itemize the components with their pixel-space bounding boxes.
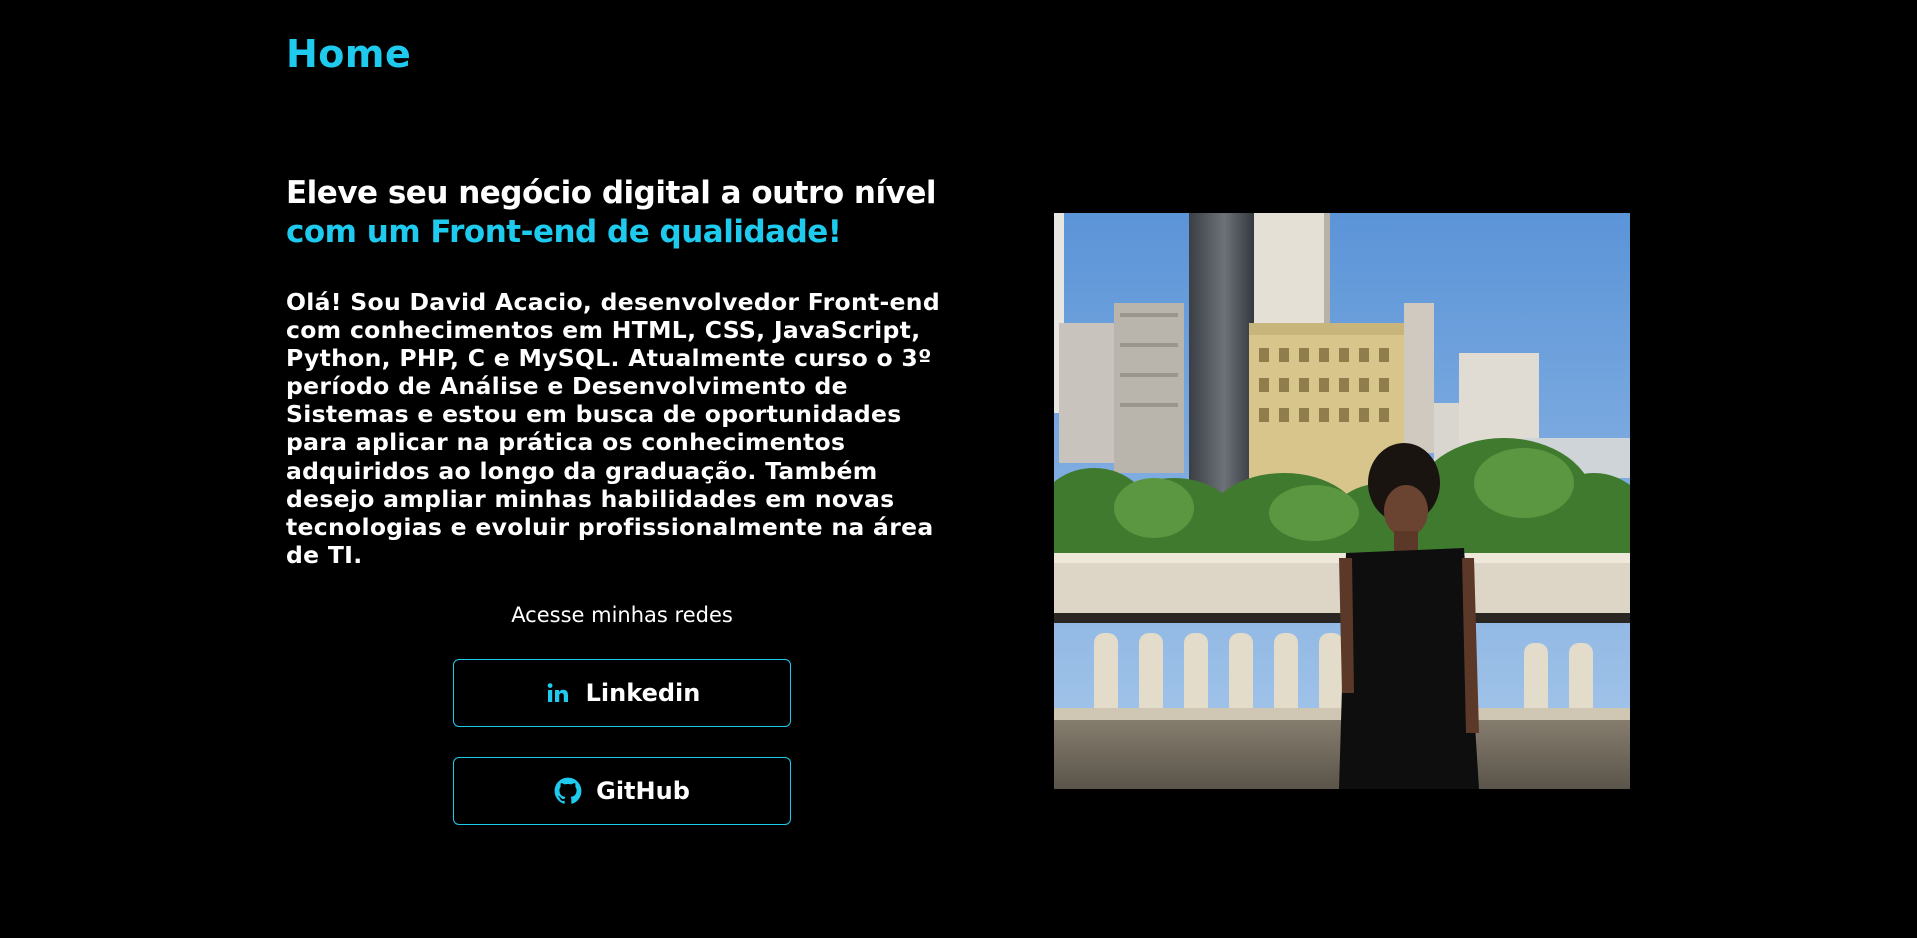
linkedin-icon — [544, 679, 572, 707]
headline-line-1: Eleve seu negócio digital a outro nível — [286, 175, 936, 211]
github-button[interactable]: GitHub — [453, 757, 791, 825]
linkedin-button[interactable]: Linkedin — [453, 659, 791, 727]
github-label: GitHub — [596, 777, 690, 805]
hero-headline: Eleve seu negócio digital a outro nível … — [286, 174, 936, 252]
nav-home-link[interactable]: Home — [286, 32, 411, 76]
bio-paragraph: Olá! Sou David Acacio, desenvolvedor Fro… — [286, 288, 940, 569]
social-label: Acesse minhas redes — [511, 603, 733, 627]
profile-photo — [1054, 213, 1630, 789]
page: Home Eleve seu negócio digital a outro n… — [0, 0, 1917, 938]
github-icon — [554, 777, 582, 805]
headline-line-2: com um Front-end de qualidade! — [286, 214, 842, 250]
linkedin-label: Linkedin — [585, 679, 701, 707]
